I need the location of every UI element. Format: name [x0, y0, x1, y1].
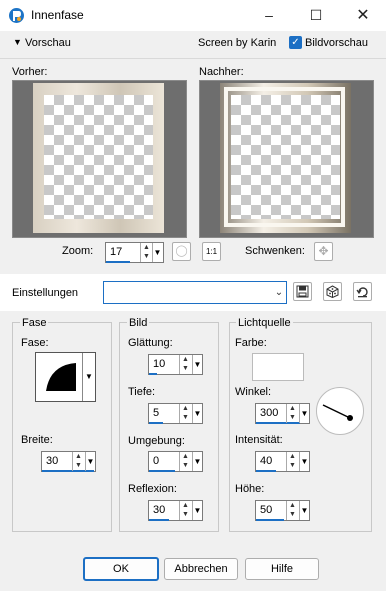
before-transparent-area: [44, 95, 153, 219]
preset-dropdown[interactable]: ⌄: [103, 281, 287, 304]
zoom-bar: [106, 261, 130, 263]
light-group-label: Lichtquelle: [236, 317, 293, 329]
reflection-label: Reflexion:: [128, 483, 177, 495]
randomize-dice-icon[interactable]: [323, 282, 342, 301]
help-button[interactable]: Hilfe: [245, 558, 319, 580]
collapse-arrow-icon[interactable]: ▼: [13, 37, 22, 47]
before-label: Vorher:: [12, 66, 48, 78]
after-preview[interactable]: [199, 80, 374, 238]
settings-label: Einstellungen: [12, 287, 79, 299]
window-title: Innenfase: [31, 8, 84, 22]
intensity-dropdown-icon[interactable]: ▼: [299, 452, 309, 471]
smoothing-arrows-icon[interactable]: ▲ ▼: [179, 355, 191, 374]
angle-label: Winkel:: [235, 386, 272, 398]
depth-dropdown-icon[interactable]: ▼: [192, 404, 202, 423]
angle-dial[interactable]: [316, 387, 364, 435]
light-color-label: Farbe:: [235, 337, 267, 349]
smoothing-dropdown-icon[interactable]: ▼: [192, 355, 202, 374]
reflection-arrows-icon[interactable]: ▲ ▼: [179, 501, 191, 520]
reflection-bar: [149, 519, 169, 521]
depth-value[interactable]: 5: [153, 407, 159, 419]
app-icon: [9, 8, 24, 23]
zoom-dropdown-icon[interactable]: ▼: [152, 243, 162, 262]
after-label: Nachher:: [199, 66, 244, 78]
zoom-fit-icon[interactable]: ◯: [172, 242, 191, 261]
bevel-shape-icon: [46, 363, 76, 391]
elevation-arrows-icon[interactable]: ▲ ▼: [286, 501, 298, 520]
maximize-icon[interactable]: ☐: [293, 0, 339, 31]
intensity-stepper[interactable]: 40 ▲ ▼ ▼: [255, 451, 310, 472]
save-preset-icon[interactable]: [293, 282, 312, 301]
ambience-bar: [149, 470, 175, 472]
before-preview[interactable]: [12, 80, 187, 238]
ok-button[interactable]: OK: [83, 557, 159, 581]
ambience-dropdown-icon[interactable]: ▼: [192, 452, 202, 471]
elevation-bar: [256, 519, 284, 521]
depth-label: Tiefe:: [128, 386, 156, 398]
width-stepper[interactable]: 30 ▲ ▼ ▼: [41, 451, 96, 472]
divider: [0, 58, 386, 59]
after-frame-image: [220, 83, 351, 233]
ambience-stepper[interactable]: 0 ▲ ▼ ▼: [148, 451, 203, 472]
zoom-arrows-icon[interactable]: ▲ ▼: [140, 243, 152, 262]
elevation-dropdown-icon[interactable]: ▼: [299, 501, 309, 520]
close-icon[interactable]: ✕: [340, 0, 386, 31]
angle-needle-icon: [322, 404, 353, 421]
angle-dropdown-icon[interactable]: ▼: [299, 404, 309, 423]
zoom-actual-size-icon[interactable]: 1:1: [202, 242, 221, 261]
elevation-value[interactable]: 50: [260, 504, 272, 516]
chevron-down-icon[interactable]: ⌄: [272, 282, 286, 303]
width-value[interactable]: 30: [46, 455, 58, 467]
shape-dropdown-icon[interactable]: ▼: [82, 353, 95, 401]
title-bar: Innenfase – ☐ ✕: [0, 0, 386, 31]
depth-arrows-icon[interactable]: ▲ ▼: [179, 404, 191, 423]
depth-stepper[interactable]: 5 ▲ ▼ ▼: [148, 403, 203, 424]
live-preview-label: Bildvorschau: [305, 37, 368, 49]
live-preview-checkbox[interactable]: ✓: [289, 36, 302, 49]
width-label: Breite:: [21, 434, 53, 446]
ambience-label: Umgebung:: [128, 435, 185, 447]
light-color-swatch[interactable]: [252, 353, 304, 381]
reflection-value[interactable]: 30: [153, 504, 165, 516]
screen-credit: Screen by Karin: [198, 37, 277, 49]
pan-move-icon[interactable]: ✥: [314, 242, 333, 261]
reset-icon[interactable]: [353, 282, 372, 301]
pan-label: Schwenken:: [245, 245, 305, 257]
smoothing-bar: [149, 373, 157, 375]
smoothing-stepper[interactable]: 10 ▲ ▼ ▼: [148, 354, 203, 375]
intensity-value[interactable]: 40: [260, 455, 272, 467]
angle-arrows-icon[interactable]: ▲ ▼: [286, 404, 298, 423]
zoom-label: Zoom:: [62, 245, 94, 257]
reflection-stepper[interactable]: 30 ▲ ▼ ▼: [148, 500, 203, 521]
minimize-icon[interactable]: –: [246, 0, 292, 31]
depth-bar: [149, 422, 163, 424]
reflection-dropdown-icon[interactable]: ▼: [192, 501, 202, 520]
width-dropdown-icon[interactable]: ▼: [85, 452, 95, 471]
bevel-shape-picker[interactable]: ▼: [35, 352, 96, 402]
angle-value[interactable]: 300: [260, 407, 278, 419]
smoothing-value[interactable]: 10: [153, 358, 165, 370]
ambience-value[interactable]: 0: [153, 455, 159, 467]
intensity-bar: [256, 470, 276, 472]
before-frame-image: [33, 83, 164, 233]
preview-toggle[interactable]: Vorschau: [25, 37, 71, 49]
zoom-value[interactable]: 17: [110, 246, 122, 258]
after-transparent-area: [231, 95, 340, 219]
elevation-label: Höhe:: [235, 483, 265, 495]
bevel-shape-label: Fase:: [21, 337, 49, 349]
intensity-arrows-icon[interactable]: ▲ ▼: [286, 452, 298, 471]
cancel-button[interactable]: Abbrechen: [164, 558, 238, 580]
bild-group-label: Bild: [127, 317, 150, 329]
smoothing-label: Glättung:: [128, 337, 173, 349]
intensity-label: Intensität:: [235, 434, 283, 446]
fase-group-label: Fase: [20, 317, 49, 329]
ambience-arrows-icon[interactable]: ▲ ▼: [179, 452, 191, 471]
angle-stepper[interactable]: 300 ▲ ▼ ▼: [255, 403, 310, 424]
elevation-stepper[interactable]: 50 ▲ ▼ ▼: [255, 500, 310, 521]
zoom-stepper[interactable]: 17 ▲ ▼ ▼: [105, 242, 164, 263]
width-arrows-icon[interactable]: ▲ ▼: [72, 452, 84, 471]
